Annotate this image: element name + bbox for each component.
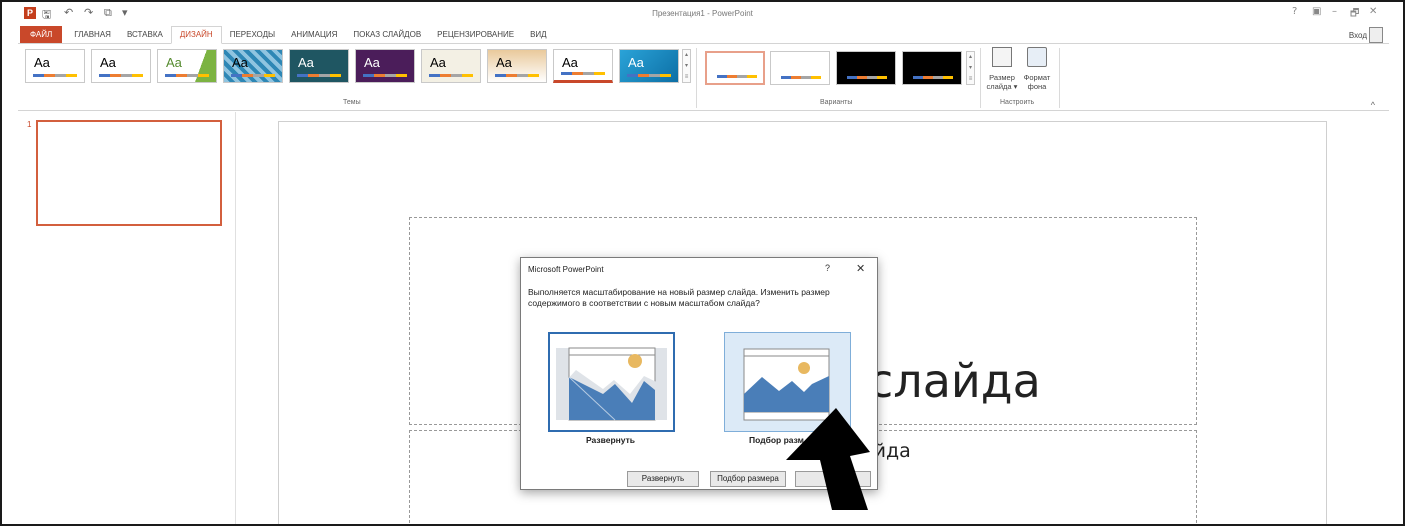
dialog-title: Microsoft PowerPoint — [528, 265, 604, 274]
theme-sample-text: Aa — [298, 55, 314, 70]
tab-animations[interactable]: АНИМАЦИЯ — [283, 26, 345, 44]
slide-thumbnail[interactable] — [36, 120, 222, 226]
maximize-option[interactable] — [548, 332, 675, 432]
theme-sample-text: Aa — [166, 55, 182, 70]
theme-5[interactable]: Aa — [289, 49, 349, 83]
maximize-option-label: Развернуть — [586, 435, 635, 445]
tab-review[interactable]: РЕЦЕНЗИРОВАНИЕ — [429, 26, 522, 44]
tab-slideshow[interactable]: ПОКАЗ СЛАЙДОВ — [345, 26, 429, 44]
tab-transitions[interactable]: ПЕРЕХОДЫ — [222, 26, 283, 44]
format-background-button[interactable]: Формат фона — [1020, 47, 1054, 91]
theme-colors — [363, 74, 407, 77]
theme-sample-text: Aa — [430, 55, 446, 70]
theme-3[interactable]: Aa — [157, 49, 217, 83]
close-icon[interactable]: ✕ — [1369, 6, 1377, 17]
variant-2[interactable] — [770, 51, 830, 85]
theme-sample-text: Aa — [628, 55, 644, 70]
themes-gallery-scroll[interactable]: ▴ ▾ ≡ — [682, 49, 691, 83]
minimize-icon[interactable]: – — [1332, 6, 1337, 17]
theme-colors — [297, 74, 341, 77]
tab-design[interactable]: ДИЗАЙН — [170, 26, 222, 44]
ensure-fit-button[interactable]: Подбор размера — [710, 471, 786, 487]
group-label-themes: Темы — [343, 99, 361, 106]
variant-colors — [717, 75, 757, 78]
theme-sample-text: Aa — [562, 55, 578, 70]
title-bar: P 🖫 ↶ ↷ ⧉ ▾ Презентация1 - PowerPoint ? … — [2, 2, 1403, 24]
theme-colors — [33, 74, 77, 77]
theme-colors — [561, 72, 605, 75]
maximize-button[interactable]: Развернуть — [627, 471, 699, 487]
theme-10[interactable]: Aa — [619, 49, 679, 83]
slide-size-button[interactable]: Размер слайда ▾ — [985, 47, 1019, 91]
variants-gallery-scroll[interactable]: ▴ ▾ ≡ — [966, 51, 975, 85]
tab-insert[interactable]: ВСТАВКА — [119, 26, 171, 44]
collapse-ribbon-icon[interactable]: ^ — [1371, 100, 1375, 110]
maximize-illustration-icon — [556, 347, 667, 421]
theme-colors — [495, 74, 539, 77]
ribbon-design: Aa Aa Aa Aa Aa Aa Aa Aa Aa Aa ▴▾≡ Темы — [18, 43, 1389, 111]
group-separator — [1059, 48, 1060, 108]
theme-sample-text: Aa — [100, 55, 116, 70]
variant-4[interactable] — [902, 51, 962, 85]
theme-colors — [231, 74, 275, 77]
theme-9[interactable]: Aa — [553, 49, 613, 83]
theme-sample-text: Aa — [34, 55, 50, 70]
group-label-variants: Варианты — [820, 99, 853, 106]
ribbon-tabs: ФАЙЛ ГЛАВНАЯ ВСТАВКА ДИЗАЙН ПЕРЕХОДЫ АНИ… — [20, 26, 555, 44]
group-separator — [696, 48, 697, 108]
tab-home[interactable]: ГЛАВНАЯ — [66, 26, 119, 44]
powerpoint-window: P 🖫 ↶ ↷ ⧉ ▾ Презентация1 - PowerPoint ? … — [0, 0, 1405, 526]
group-separator — [980, 48, 981, 108]
sign-in-link[interactable]: Вход — [1349, 31, 1367, 40]
pointer-arrow-icon — [786, 408, 870, 510]
variant-3[interactable] — [836, 51, 896, 85]
format-background-icon — [1027, 47, 1047, 67]
close-icon[interactable]: ✕ — [856, 262, 865, 275]
variant-1[interactable] — [705, 51, 765, 85]
help-icon[interactable]: ? — [825, 263, 830, 273]
theme-sample-text: Aa — [364, 55, 380, 70]
theme-colors — [627, 74, 671, 77]
help-icon[interactable]: ? — [1292, 6, 1297, 17]
theme-7[interactable]: Aa — [421, 49, 481, 83]
theme-colors — [429, 74, 473, 77]
theme-4[interactable]: Aa — [223, 49, 283, 83]
theme-sample-text: Aa — [496, 55, 512, 70]
variant-colors — [913, 76, 953, 79]
group-label-customize: Настроить — [1000, 99, 1035, 106]
theme-2[interactable]: Aa — [91, 49, 151, 83]
avatar[interactable] — [1369, 27, 1383, 43]
dialog-message: Выполняется масштабирование на новый раз… — [528, 287, 830, 308]
restore-icon[interactable]: 🗗 — [1350, 6, 1359, 23]
variant-colors — [781, 76, 821, 79]
tab-view[interactable]: ВИД — [522, 26, 555, 44]
variant-colors — [847, 76, 887, 79]
theme-6[interactable]: Aa — [355, 49, 415, 83]
title-placeholder-text: слайда — [868, 354, 1041, 408]
document-title: Презентация1 - PowerPoint — [652, 9, 753, 18]
slide-thumbnails-pane: 1 — [18, 112, 236, 524]
slide-number: 1 — [27, 120, 32, 129]
theme-colors — [165, 74, 209, 77]
theme-colors — [99, 74, 143, 77]
theme-sample-text: Aa — [232, 55, 248, 70]
ribbon-display-options-icon[interactable]: ▣ — [1312, 6, 1321, 17]
tab-file[interactable]: ФАЙЛ — [20, 26, 63, 44]
slide-size-icon — [992, 47, 1012, 67]
theme-office[interactable]: Aa — [25, 49, 85, 83]
theme-8[interactable]: Aa — [487, 49, 547, 83]
format-background-label: Формат фона — [1023, 73, 1051, 91]
slide-size-label: Размер слайда ▾ — [986, 73, 1018, 91]
